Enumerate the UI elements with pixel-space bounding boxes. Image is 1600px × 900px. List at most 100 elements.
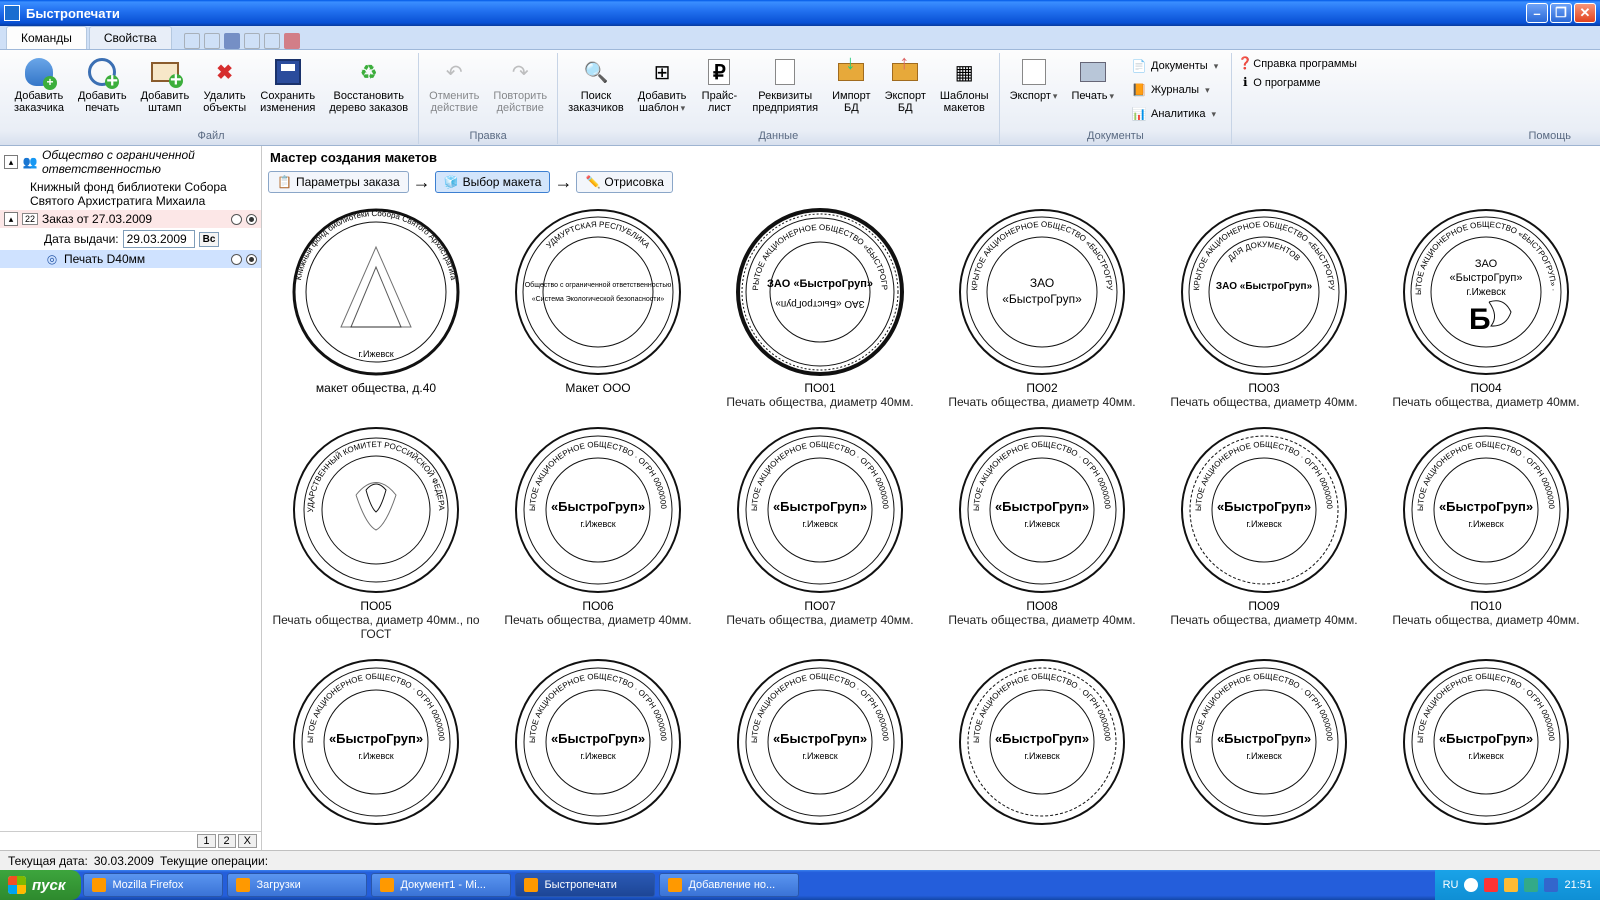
export-db-button[interactable]: ЭкспортБД: [880, 53, 931, 117]
tree-tab-2[interactable]: 2: [218, 834, 236, 848]
layout-templates-button[interactable]: ▦Шаблонымакетов: [935, 53, 994, 117]
wizard-step-draw[interactable]: ✏️Отрисовка: [576, 171, 673, 193]
qat-delete-icon[interactable]: [284, 33, 300, 49]
radio-selected[interactable]: [246, 254, 257, 265]
stamp-thumbnail[interactable]: ЗАКРЫТОЕ АКЦИОНЕРНОЕ ОБЩЕСТВО · ОГРН 000…: [1156, 421, 1372, 645]
tray-misc-icon[interactable]: [1544, 878, 1558, 892]
save-changes-button[interactable]: Сохранитьизменения: [255, 53, 320, 117]
stamp-thumbnail[interactable]: ГОСУДАРСТВЕННЫЙ КОМИТЕТ РОССИЙСКОЙ ФЕДЕР…: [268, 421, 484, 645]
stamp-preview: ЗАКРЫТОЕ АКЦИОНЕРНОЕ ОБЩЕСТВО «БЫСТРОГРУ…: [957, 207, 1127, 377]
restore-tree-button[interactable]: ♻Восстановитьдерево заказов: [324, 53, 413, 117]
group-label-documents: Документы: [1005, 130, 1227, 144]
language-indicator[interactable]: RU: [1443, 879, 1459, 891]
tray-network-icon[interactable]: [1464, 878, 1478, 892]
stamp-preview: ЗАКРЫТОЕ АКЦИОНЕРНОЕ ОБЩЕСТВО · ОГРН 000…: [513, 657, 683, 827]
stamp-thumbnail[interactable]: ЗАКРЫТОЕ АКЦИОНЕРНОЕ ОБЩЕСТВО · ОГРН 000…: [712, 421, 928, 645]
minimize-button[interactable]: –: [1526, 3, 1548, 23]
tray-sound-icon[interactable]: [1504, 878, 1518, 892]
collapse-toggle[interactable]: ▴: [4, 212, 18, 226]
stamp-thumbnail[interactable]: ЗАКРЫТОЕ АКЦИОНЕРНОЕ ОБЩЕСТВО · ОГРН 000…: [712, 653, 928, 831]
stamp-thumbnail[interactable]: ЗАКРЫТОЕ АКЦИОНЕРНОЕ ОБЩЕСТВО · ОГРН 000…: [934, 653, 1150, 831]
taskbar: пуск Mozilla FirefoxЗагрузкиДокумент1 - …: [0, 870, 1600, 900]
stamp-plus-icon: [151, 62, 179, 82]
taskbar-app-button[interactable]: Документ1 - Mi...: [371, 873, 511, 897]
radio-unselected[interactable]: [231, 214, 242, 225]
qat-layout-icon[interactable]: [264, 33, 280, 49]
stamp-thumbnail[interactable]: ЗАКРЫТОЕ АКЦИОНЕРНОЕ ОБЩЕСТВО · ОГРН 000…: [268, 653, 484, 831]
tree-print-row[interactable]: ◎ Печать D40мм: [0, 250, 261, 268]
qat-redo-icon[interactable]: [204, 33, 220, 49]
documents-dropdown[interactable]: 📄Документы: [1127, 55, 1222, 77]
add-template-button[interactable]: ⊞Добавитьшаблон: [633, 53, 692, 117]
bc-button[interactable]: Bc: [199, 232, 220, 247]
close-button[interactable]: ✕: [1574, 3, 1596, 23]
drawer-out-icon: [892, 63, 918, 81]
svg-text:г.Ижевск: г.Ижевск: [1246, 519, 1281, 529]
start-button[interactable]: пуск: [0, 870, 81, 900]
company-details-button[interactable]: Реквизитыпредприятия: [747, 53, 823, 117]
stamp-thumbnail[interactable]: ЗАКРЫТОЕ АКЦИОНЕРНОЕ ОБЩЕСТВО · ОГРН 000…: [490, 653, 706, 831]
stamp-description: Печать общества, диаметр 40мм., по ГОСТ: [272, 613, 480, 641]
stamp-gallery[interactable]: Книжный фонд библиотеки Собора Святого А…: [262, 195, 1600, 850]
add-customer-button[interactable]: Добавитьзаказчика: [9, 53, 69, 117]
collapse-toggle[interactable]: ▴: [4, 155, 18, 169]
stamp-thumbnail[interactable]: ЗАКРЫТОЕ АКЦИОНЕРНОЕ ОБЩЕСТВО «БЫСТРОГРУ…: [1378, 203, 1594, 413]
taskbar-app-button[interactable]: Добавление но...: [659, 873, 799, 897]
clock[interactable]: 21:51: [1564, 879, 1592, 891]
svg-text:г.Ижевск: г.Ижевск: [358, 751, 393, 761]
issue-date-input[interactable]: [123, 230, 195, 248]
stamp-preview: ЗАКРЫТОЕ АКЦИОНЕРНОЕ ОБЩЕСТВО · ОГРН 000…: [1179, 657, 1349, 827]
radio-selected[interactable]: [246, 214, 257, 225]
tab-commands[interactable]: Команды: [6, 26, 87, 49]
qat-refresh-icon[interactable]: [244, 33, 260, 49]
svg-text:«БыстроГруп»: «БыстроГруп»: [329, 731, 423, 746]
tree-tab-x[interactable]: X: [238, 834, 257, 848]
stamp-thumbnail[interactable]: Книжный фонд библиотеки Собора Святого А…: [268, 203, 484, 413]
tray-app-icon[interactable]: [1524, 878, 1538, 892]
stamp-thumbnail[interactable]: ЗАКРЫТОЕ АКЦИОНЕРНОЕ ОБЩЕСТВО · ОГРН 000…: [490, 421, 706, 645]
taskbar-app-button[interactable]: Быстропечати: [515, 873, 655, 897]
stamp-thumbnail[interactable]: ЗАКРЫТОЕ АКЦИОНЕРНОЕ ОБЩЕСТВО · ОГРН 000…: [934, 421, 1150, 645]
export-button[interactable]: Экспорт: [1005, 53, 1063, 105]
qat-save-icon[interactable]: [224, 33, 240, 49]
stamp-preview: ЗАКРЫТОЕ АКЦИОНЕРНОЕ ОБЩЕСТВО «БЫСТРОГРУ…: [1401, 207, 1571, 377]
svg-text:«БыстроГруп»: «БыстроГруп»: [1217, 499, 1311, 514]
svg-text:г.Ижевск: г.Ижевск: [802, 751, 837, 761]
add-seal-button[interactable]: Добавитьпечать: [73, 53, 132, 117]
stamp-thumbnail[interactable]: ЗАКРЫТОЕ АКЦИОНЕРНОЕ ОБЩЕСТВО «БЫСТРОГРУ…: [934, 203, 1150, 413]
maximize-button[interactable]: ❐: [1550, 3, 1572, 23]
print-button[interactable]: Печать: [1066, 53, 1119, 105]
tree-tab-1[interactable]: 1: [197, 834, 215, 848]
add-stamp-button[interactable]: Добавитьштамп: [136, 53, 195, 117]
taskbar-app-button[interactable]: Загрузки: [227, 873, 367, 897]
about-button[interactable]: ℹО программе: [1237, 74, 1320, 90]
search-customers-button[interactable]: 🔍Поискзаказчиков: [563, 53, 629, 117]
stamp-thumbnail[interactable]: ЗАКРЫТОЕ АКЦИОНЕРНОЕ ОБЩЕСТВО · ОГРН 000…: [1378, 421, 1594, 645]
import-db-button[interactable]: ИмпортБД: [827, 53, 875, 117]
tray-shield-icon[interactable]: [1484, 878, 1498, 892]
stamp-thumbnail[interactable]: ЗАКРЫТОЕ АКЦИОНЕРНОЕ ОБЩЕСТВО «БЫСТРОГРУ…: [1156, 203, 1372, 413]
tree-order-row[interactable]: ▴ 22 Заказ от 27.03.2009: [0, 210, 261, 228]
group-label-data: Данные: [563, 130, 993, 144]
delete-objects-button[interactable]: ✖Удалитьобъекты: [198, 53, 251, 117]
task-app-icon: [92, 878, 106, 892]
stamp-preview: ЗАКРЫТОЕ АКЦИОНЕРНОЕ ОБЩЕСТВО · ОГРН 000…: [1401, 657, 1571, 827]
stamp-thumbnail[interactable]: УДМУРТСКАЯ РЕСПУБЛИКАОбщество с ограниче…: [490, 203, 706, 413]
tab-properties[interactable]: Свойства: [89, 26, 172, 49]
help-button[interactable]: ❓Справка программы: [1237, 55, 1357, 71]
qat-undo-icon[interactable]: [184, 33, 200, 49]
tree-org-row[interactable]: ▴ 👥 Общество с ограниченнойответственнос…: [0, 146, 261, 178]
taskbar-app-button[interactable]: Mozilla Firefox: [83, 873, 223, 897]
price-list-button[interactable]: ₽Прайс-лист: [695, 53, 743, 117]
app-icon: [4, 5, 20, 21]
stamp-thumbnail[interactable]: ЗАКРЫТОЕ АКЦИОНЕРНОЕ ОБЩЕСТВО «БЫСТРОГРУ…: [712, 203, 928, 413]
wizard-step-layout[interactable]: 🧊Выбор макета: [435, 171, 551, 193]
stamp-thumbnail[interactable]: ЗАКРЫТОЕ АКЦИОНЕРНОЕ ОБЩЕСТВО · ОГРН 000…: [1378, 653, 1594, 831]
stamp-description: Печать общества, диаметр 40мм.: [948, 613, 1135, 627]
wizard-step-params[interactable]: 📋Параметры заказа: [268, 171, 409, 193]
radio-unselected[interactable]: [231, 254, 242, 265]
journals-dropdown[interactable]: 📙Журналы: [1127, 79, 1222, 101]
stamp-thumbnail[interactable]: ЗАКРЫТОЕ АКЦИОНЕРНОЕ ОБЩЕСТВО · ОГРН 000…: [1156, 653, 1372, 831]
analytics-dropdown[interactable]: 📊Аналитика: [1127, 103, 1222, 125]
svg-text:г.Ижевск: г.Ижевск: [580, 751, 615, 761]
